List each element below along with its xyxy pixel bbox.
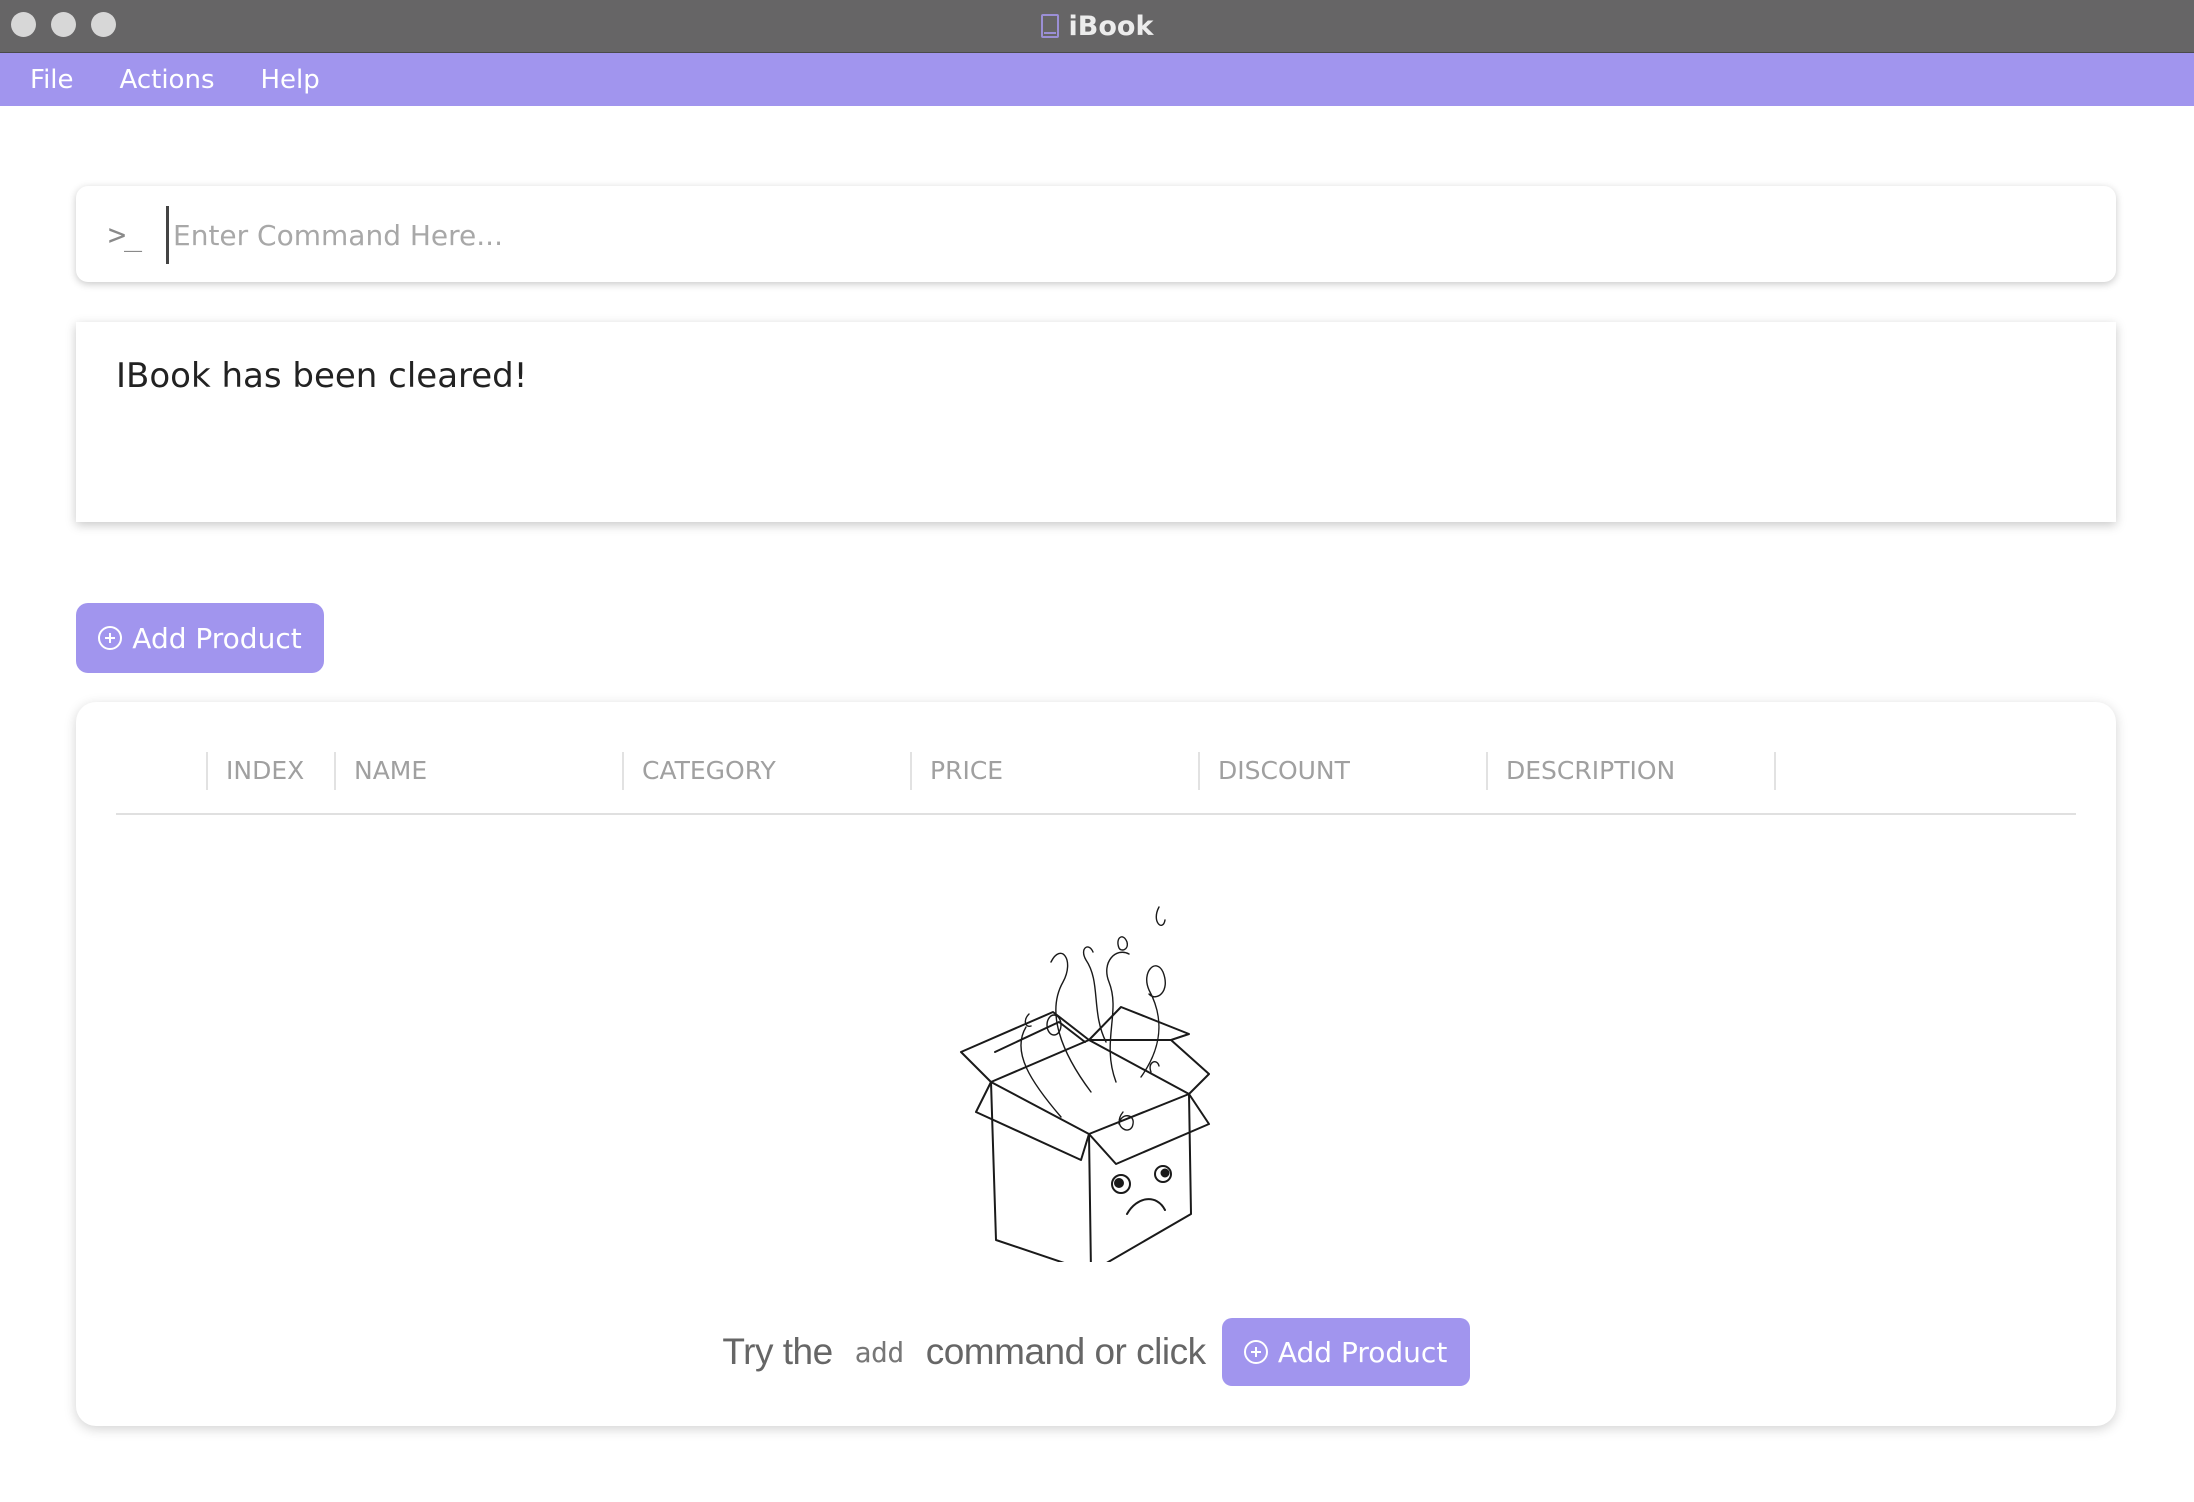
add-product-label: Add Product	[132, 621, 302, 655]
product-table-panel: INDEX NAME CATEGORY PRICE DISCOUNT DESCR…	[76, 702, 2116, 1426]
column-divider	[1774, 752, 1776, 790]
window-title-group: iBook	[0, 0, 2194, 52]
column-header-discount[interactable]: DISCOUNT	[1198, 752, 1486, 790]
empty-state-add-product-button[interactable]: Add Product	[1221, 1318, 1470, 1386]
menu-file[interactable]: File	[22, 65, 82, 95]
menu-help[interactable]: Help	[253, 65, 328, 95]
terminal-prompt-icon: >_	[108, 218, 142, 253]
column-header-category[interactable]: CATEGORY	[622, 752, 910, 790]
menu-actions[interactable]: Actions	[112, 65, 223, 95]
add-product-button[interactable]: Add Product	[76, 603, 324, 673]
plus-circle-icon	[98, 626, 123, 650]
empty-state-add-product-label: Add Product	[1277, 1335, 1448, 1369]
empty-state-message: Try the add command or click Add Product	[76, 1316, 2116, 1388]
command-input[interactable]	[166, 206, 2075, 264]
empty-state-text-after: command or click	[925, 1331, 1206, 1372]
column-header-description[interactable]: DESCRIPTION	[1486, 752, 1774, 790]
window-titlebar: iBook	[0, 0, 2194, 53]
table-header: INDEX NAME CATEGORY PRICE DISCOUNT DESCR…	[116, 752, 2076, 794]
column-header-index[interactable]: INDEX	[206, 752, 334, 790]
command-box: >_	[76, 186, 2116, 282]
plus-circle-icon	[1243, 1340, 1268, 1364]
book-icon	[1040, 14, 1059, 38]
column-header-name[interactable]: NAME	[334, 752, 622, 790]
header-divider	[116, 813, 2076, 815]
empty-state-text-before: Try the	[722, 1331, 833, 1372]
window-title: iBook	[1068, 10, 1154, 42]
result-message: IBook has been cleared!	[116, 356, 528, 396]
empty-state-command-code: add	[854, 1335, 905, 1369]
menu-bar: File Actions Help	[0, 53, 2194, 106]
sad-empty-box-illustration	[960, 906, 1210, 1262]
column-header-price[interactable]: PRICE	[910, 752, 1198, 790]
result-display: IBook has been cleared!	[76, 322, 2116, 522]
